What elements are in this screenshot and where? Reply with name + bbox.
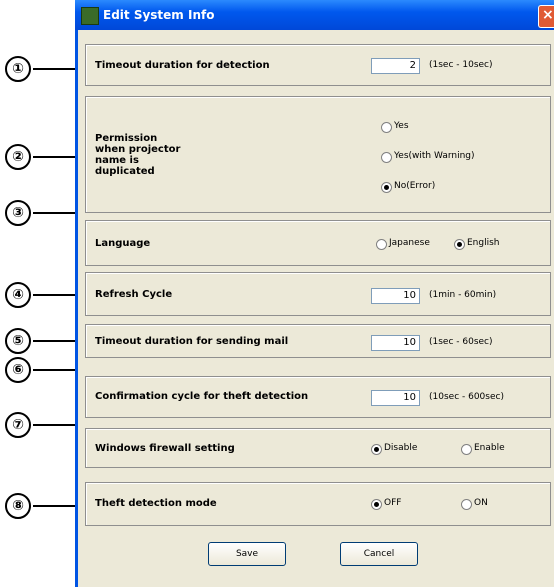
section-theft-mode: Theft detection mode OFF ON bbox=[85, 482, 551, 526]
close-icon[interactable]: × bbox=[538, 5, 554, 28]
theft-mode-off-label: OFF bbox=[384, 498, 402, 508]
timeout-detection-label: Timeout duration for detection bbox=[95, 60, 270, 71]
timeout-detection-range: (1sec - 10sec) bbox=[429, 60, 493, 70]
permission-no-error-label: No(Error) bbox=[394, 181, 436, 191]
callout-8: ⑧ bbox=[5, 493, 33, 521]
firewall-disable-label: Disable bbox=[384, 443, 418, 453]
callout-1: ① bbox=[5, 56, 33, 84]
theft-mode-off-radio[interactable] bbox=[371, 499, 382, 510]
theft-mode-on-label: ON bbox=[474, 498, 488, 508]
app-icon bbox=[81, 7, 99, 25]
permission-label: Permission when projector name is duplic… bbox=[95, 133, 181, 177]
cancel-button[interactable]: Cancel bbox=[340, 542, 418, 566]
language-japanese-radio[interactable] bbox=[376, 239, 387, 250]
window-title: Edit System Info bbox=[103, 8, 215, 22]
theft-mode-label: Theft detection mode bbox=[95, 498, 217, 509]
permission-yes-warning-radio[interactable] bbox=[381, 152, 392, 163]
firewall-label: Windows firewall setting bbox=[95, 443, 235, 454]
callout-5: ⑤ bbox=[5, 328, 33, 356]
timeout-mail-range: (1sec - 60sec) bbox=[429, 337, 493, 347]
timeout-mail-label: Timeout duration for sending mail bbox=[95, 336, 289, 347]
refresh-cycle-label: Refresh Cycle bbox=[95, 289, 173, 300]
dialog-client-area: Timeout duration for detection 2 (1sec -… bbox=[78, 30, 554, 587]
callout-7: ⑦ bbox=[5, 412, 33, 440]
theft-cycle-label: Confirmation cycle for theft detection bbox=[95, 391, 309, 402]
theft-cycle-range: (10sec - 600sec) bbox=[429, 392, 504, 402]
callout-4: ④ bbox=[5, 282, 33, 310]
callout-3: ③ bbox=[5, 200, 33, 228]
permission-no-error-radio[interactable] bbox=[381, 182, 392, 193]
permission-yes-warning-label: Yes(with Warning) bbox=[394, 151, 475, 161]
edit-system-info-window: Edit System Info × Timeout duration for … bbox=[75, 0, 554, 587]
section-timeout-detection: Timeout duration for detection 2 (1sec -… bbox=[85, 44, 551, 86]
firewall-disable-radio[interactable] bbox=[371, 444, 382, 455]
section-theft-cycle: Confirmation cycle for theft detection 1… bbox=[85, 376, 551, 418]
title-bar[interactable]: Edit System Info × bbox=[75, 0, 554, 30]
save-button[interactable]: Save bbox=[208, 542, 286, 566]
timeout-mail-input[interactable]: 10 bbox=[371, 335, 420, 351]
refresh-cycle-input[interactable]: 10 bbox=[371, 288, 420, 304]
language-english-radio[interactable] bbox=[454, 239, 465, 250]
section-firewall: Windows firewall setting Disable Enable bbox=[85, 428, 551, 468]
callout-6: ⑥ bbox=[5, 357, 33, 385]
section-refresh-cycle: Refresh Cycle 10 (1min - 60min) bbox=[85, 272, 551, 316]
language-japanese-label: Japanese bbox=[389, 238, 430, 248]
section-permission: Permission when projector name is duplic… bbox=[85, 96, 551, 213]
firewall-enable-radio[interactable] bbox=[461, 444, 472, 455]
callout-2: ② bbox=[5, 144, 33, 172]
permission-yes-label: Yes bbox=[394, 121, 409, 131]
firewall-enable-label: Enable bbox=[474, 443, 505, 453]
section-language: Language Japanese English bbox=[85, 220, 551, 266]
refresh-cycle-range: (1min - 60min) bbox=[429, 290, 497, 300]
language-english-label: English bbox=[467, 238, 500, 248]
section-timeout-mail: Timeout duration for sending mail 10 (1s… bbox=[85, 324, 551, 358]
language-label: Language bbox=[95, 238, 151, 249]
timeout-detection-input[interactable]: 2 bbox=[371, 58, 420, 74]
permission-yes-radio[interactable] bbox=[381, 122, 392, 133]
theft-cycle-input[interactable]: 10 bbox=[371, 390, 420, 406]
theft-mode-on-radio[interactable] bbox=[461, 499, 472, 510]
